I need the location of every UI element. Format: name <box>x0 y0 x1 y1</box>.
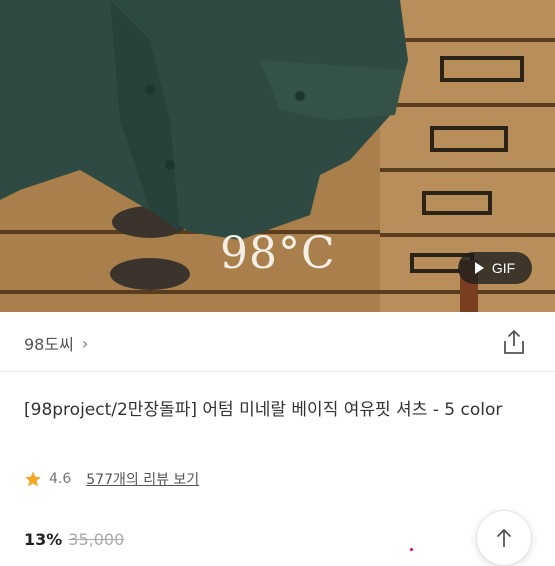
product-title: [98project/2만장돌파] 어텀 미네랄 베이직 여유핏 셔츠 - 5 … <box>24 400 503 420</box>
share-icon[interactable] <box>501 328 527 356</box>
price-row: 13% 35,000 <box>24 530 124 549</box>
star-icon <box>25 471 41 487</box>
rating-value: 4.6 <box>49 471 72 487</box>
play-icon <box>474 262 484 274</box>
review-link[interactable]: 577개의 리뷰 보기 <box>86 469 199 489</box>
rating-row: 4.6 577개의 리뷰 보기 <box>24 469 199 489</box>
store-link[interactable]: 98도씨 › <box>24 331 88 355</box>
store-row: 98도씨 › <box>0 312 555 372</box>
loading-dot <box>410 548 413 551</box>
arrow-up-icon <box>496 528 512 547</box>
original-price: 35,000 <box>68 530 125 549</box>
chevron-right-icon: › <box>81 333 89 353</box>
discount-rate: 13% <box>24 530 63 549</box>
scroll-top-button[interactable] <box>476 510 532 566</box>
gif-label: GIF <box>491 260 516 276</box>
brand-watermark: 98°C <box>220 228 336 279</box>
product-image[interactable]: 98°C GIF <box>0 0 555 312</box>
gif-badge[interactable]: GIF <box>458 252 532 284</box>
store-name: 98도씨 <box>24 335 74 354</box>
